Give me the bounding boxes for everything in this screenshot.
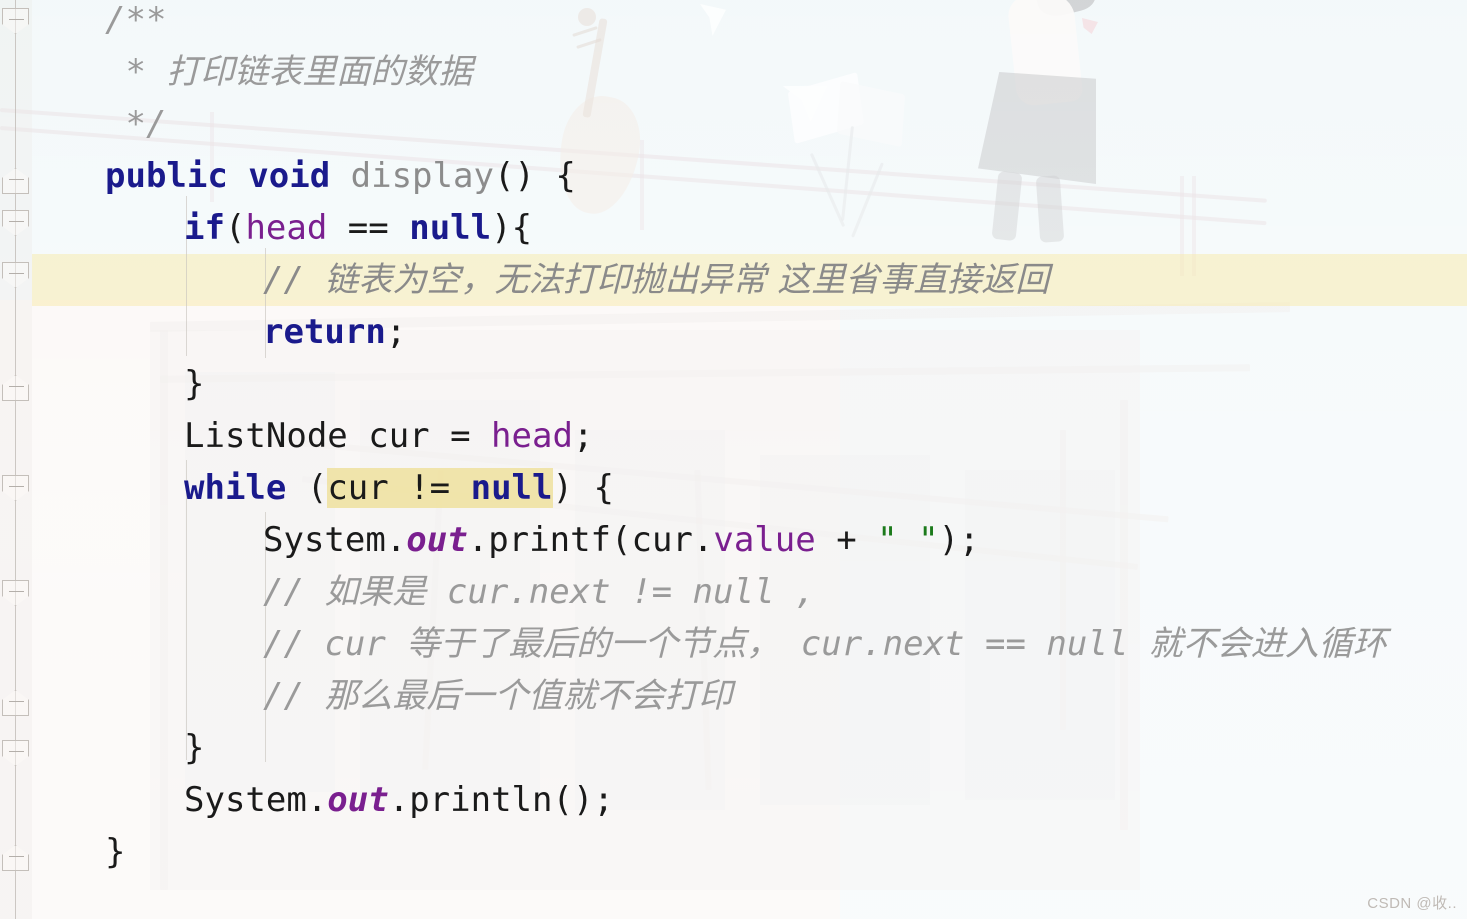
code-token: while: [184, 468, 287, 508]
code-token: //: [263, 260, 325, 300]
code-token: 链表为空，无法打印抛出异常 这里省事直接返回: [324, 260, 1050, 300]
code-token: // cur: [263, 624, 407, 664]
code-token: .println();: [388, 780, 614, 820]
code-token: 等于了最后的一个节点，: [406, 624, 781, 664]
code-token: () {: [493, 156, 576, 196]
code-token: " ": [877, 520, 939, 560]
code-token: head: [245, 208, 328, 248]
code-token: //: [263, 572, 325, 612]
code-line-9[interactable]: ListNode cur = head;: [0, 410, 1467, 462]
code-token: null: [409, 208, 492, 248]
code-token: */: [105, 104, 167, 144]
code-token: ){: [491, 208, 533, 248]
code-line-17[interactable]: }: [0, 826, 1467, 878]
code-token: }: [184, 728, 205, 768]
code-line-7[interactable]: return;: [0, 306, 1467, 358]
code-token: out: [327, 780, 389, 820]
code-line-4[interactable]: public void display() {: [0, 150, 1467, 202]
code-token: System.: [184, 780, 328, 820]
code-token: //: [263, 676, 325, 716]
code-token: 那么最后一个值就不会打印: [324, 676, 733, 716]
code-token: out: [406, 520, 468, 560]
code-token: /**: [105, 0, 167, 40]
code-line-16[interactable]: System.out.println();: [0, 774, 1467, 826]
code-line-14[interactable]: // 那么最后一个值就不会打印: [0, 670, 1467, 722]
code-token: ) {: [552, 468, 614, 508]
code-line-15[interactable]: }: [0, 722, 1467, 774]
code-token: ;: [385, 312, 407, 352]
code-token: }: [184, 364, 205, 404]
code-token: value: [713, 520, 816, 560]
code-token: 打印链表里面的数据: [166, 52, 473, 92]
code-line-13[interactable]: // cur 等于了最后的一个节点， cur.next == null 就不会进…: [0, 618, 1467, 670]
code-line-10[interactable]: while (cur != null) {: [0, 462, 1467, 514]
code-token: );: [938, 520, 980, 560]
csdn-watermark: CSDN @收..: [1367, 895, 1457, 912]
code-token: display: [350, 156, 494, 196]
code-token: 如果是: [324, 572, 427, 612]
code-token: +: [815, 520, 878, 560]
code-token: .printf(cur.: [467, 520, 714, 560]
code-token: 就不会进入循环: [1148, 624, 1387, 664]
code-token: }: [105, 832, 126, 872]
code-token: public void: [105, 156, 351, 196]
code-token: (: [224, 208, 246, 248]
code-line-8[interactable]: }: [0, 358, 1467, 410]
code-text-area[interactable]: /** * 打印链表里面的数据 */public void display() …: [0, 0, 1467, 919]
code-token: if: [184, 208, 225, 248]
code-line-6[interactable]: // 链表为空，无法打印抛出异常 这里省事直接返回: [0, 254, 1467, 306]
code-line-3[interactable]: */: [0, 98, 1467, 150]
code-token: ListNode cur =: [184, 416, 492, 456]
code-token: null: [470, 468, 553, 508]
code-line-11[interactable]: System.out.printf(cur.value + " ");: [0, 514, 1467, 566]
code-token: ;: [572, 416, 594, 456]
code-token: head: [491, 416, 573, 456]
code-editor-screenshot: /** * 打印链表里面的数据 */public void display() …: [0, 0, 1467, 919]
code-token: return: [263, 312, 386, 352]
code-line-5[interactable]: if(head == null){: [0, 202, 1467, 254]
code-line-2[interactable]: * 打印链表里面的数据: [0, 46, 1467, 98]
code-token: (: [286, 468, 328, 508]
code-line-1[interactable]: /**: [0, 0, 1467, 46]
code-token: *: [105, 52, 167, 92]
code-token: ==: [327, 208, 410, 248]
code-token: cur.next == null: [780, 624, 1149, 664]
code-token: cur.next != null ,: [426, 572, 816, 612]
code-token: cur !=: [327, 468, 471, 508]
code-line-12[interactable]: // 如果是 cur.next != null ,: [0, 566, 1467, 618]
code-token: System.: [263, 520, 407, 560]
